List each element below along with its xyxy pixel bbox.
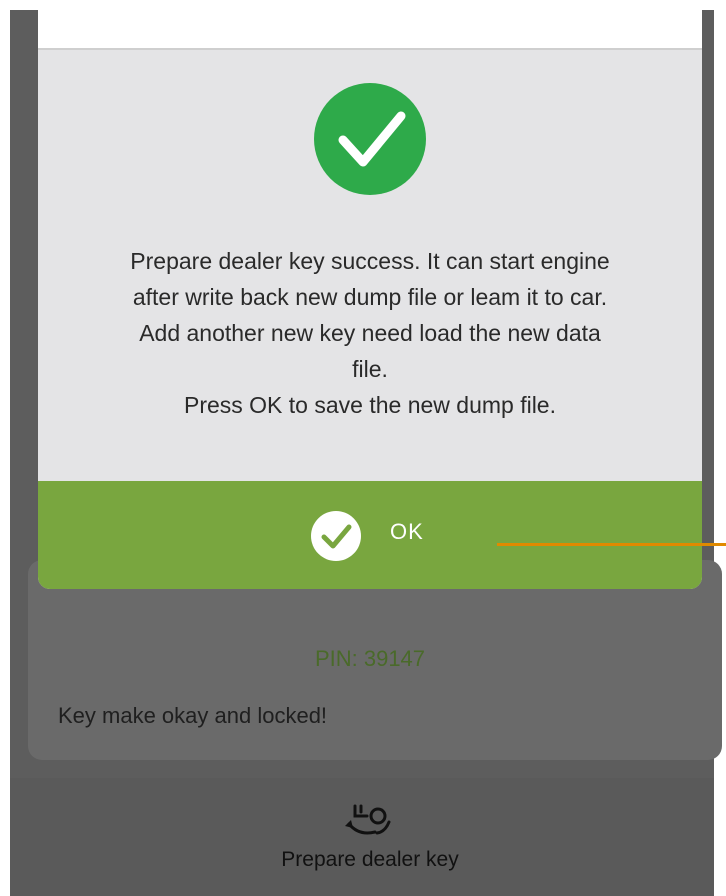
tab-prepare-dealer-key[interactable]: Prepare dealer key xyxy=(240,848,500,872)
ok-button[interactable]: OK xyxy=(38,481,702,589)
message-line: Add another new key need load the new da… xyxy=(139,320,601,346)
message-line: Press OK to save the new dump file. xyxy=(183,392,556,418)
status-message: Key make okay and locked! xyxy=(58,703,328,728)
message-line: Prepare dealer key success. It can start… xyxy=(130,248,610,274)
key-swap-icon xyxy=(345,804,391,835)
dialog-message: Prepare dealer key success. It can start… xyxy=(38,243,702,423)
success-check-icon xyxy=(314,83,426,195)
callout-line xyxy=(497,543,726,546)
pin-label: PIN: 39147 xyxy=(314,646,426,671)
message-line: after write back new dump file or leam i… xyxy=(132,284,608,310)
dialog-header xyxy=(38,0,702,50)
check-circle-icon xyxy=(311,511,361,561)
message-line: file. xyxy=(352,356,388,382)
screen: PIN: 39147 Key make okay and locked! Pre… xyxy=(0,0,726,896)
ok-button-label: OK xyxy=(390,519,424,544)
success-dialog: Prepare dealer key success. It can start… xyxy=(38,0,702,589)
